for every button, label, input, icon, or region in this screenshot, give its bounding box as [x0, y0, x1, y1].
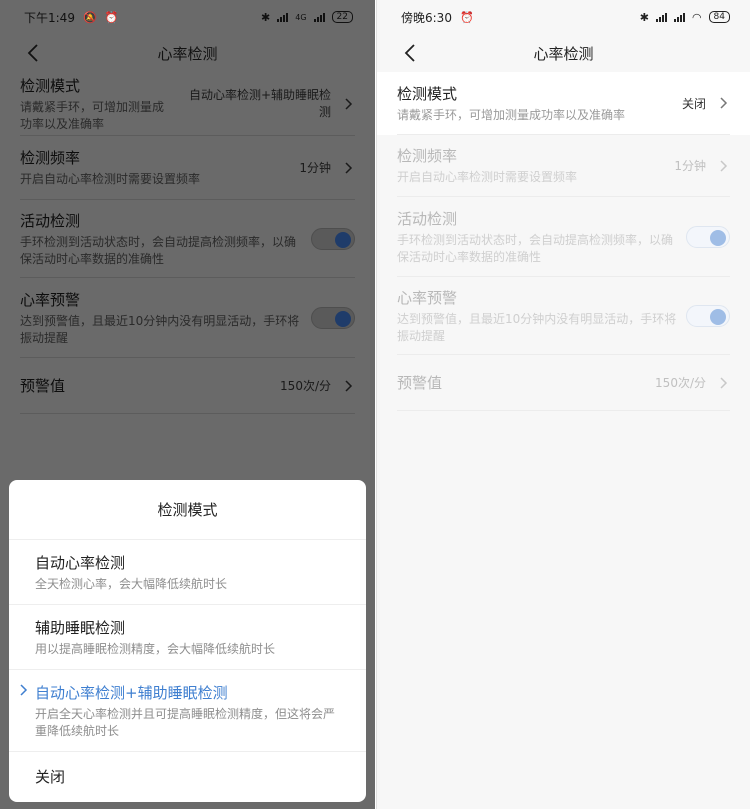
wifi-icon: ◠ — [691, 10, 702, 24]
toggle-knob — [335, 231, 351, 248]
sheet-title: 检测模式 — [9, 480, 366, 540]
activity-detect-toggle[interactable] — [311, 227, 355, 250]
row-heart-rate-alert: 心率预警 达到预警值，且最近10分钟内没有明显活动，手环将振动提醒 — [397, 277, 730, 355]
row-title: 活动检测 — [20, 211, 81, 230]
option-title: 关闭 — [35, 768, 66, 786]
row-desc: 手环检测到活动状态时，会自动提高检测频率，以确保活动时心率数据的准确性 — [20, 234, 297, 266]
page-title: 心率检测 — [157, 44, 218, 63]
chevron-right-icon — [345, 161, 353, 174]
option-title: 自动心率检测+辅助睡眠检测 — [35, 683, 228, 702]
page-title: 心率检测 — [533, 44, 594, 63]
row-value: 1分钟 — [674, 159, 706, 173]
row-desc: 开启自动心率检测时需要设置频率 — [20, 172, 201, 186]
option-title: 辅助睡眠检测 — [35, 618, 126, 637]
option-auto-plus-sleep[interactable]: 自动心率检测+辅助睡眠检测 开启全天心率检测并且可提高睡眠检测精度，但这将会严重… — [9, 670, 366, 752]
row-desc: 请戴紧手环，可增加测量成功率以及准确率 — [20, 99, 165, 131]
option-auto-heart-rate[interactable]: 自动心率检测 全天检测心率，会大幅降低续航时长 — [9, 540, 366, 605]
chevron-right-icon — [720, 376, 728, 389]
toggle-knob — [335, 310, 351, 327]
chevron-right-icon — [345, 379, 353, 392]
row-detect-mode[interactable]: 检测模式 请戴紧手环，可增加测量成功率以及准确率 自动心率检测+辅助睡眠检测 — [20, 72, 355, 136]
row-title: 检测频率 — [20, 149, 81, 167]
row-heart-rate-alert: 心率预警 达到预警值，且最近10分钟内没有明显活动，手环将振动提醒 — [20, 278, 355, 358]
row-value: 自动心率检测+辅助睡眠检测 — [188, 87, 331, 119]
signal-icon-2 — [313, 12, 325, 22]
back-arrow-icon[interactable] — [24, 41, 44, 65]
option-desc: 全天检测心率，会大幅降低续航时长 — [35, 576, 228, 591]
row-title: 心率预警 — [20, 290, 81, 309]
nav-bar: 心率检测 — [0, 34, 375, 72]
row-detect-frequency: 检测频率 开启自动心率检测时需要设置频率 1分钟 — [397, 135, 730, 197]
status-bar: 傍晚6:30 ⏰ ✱ ◠ 84 — [377, 0, 750, 34]
signal-icon — [277, 12, 289, 22]
heart-rate-alert-toggle[interactable] — [311, 306, 355, 329]
row-title: 活动检测 — [397, 209, 458, 228]
heart-rate-alert-toggle[interactable] — [686, 304, 730, 327]
row-activity-detect: 活动检测 手环检测到活动状态时，会自动提高检测频率，以确保活动时心率数据的准确性 — [397, 197, 730, 277]
chevron-right-icon — [720, 159, 728, 172]
chevron-right-icon — [720, 97, 728, 109]
toggle-knob — [710, 308, 726, 325]
row-detect-frequency[interactable]: 检测频率 开启自动心率检测时需要设置频率 1分钟 — [20, 136, 355, 200]
row-value: 1分钟 — [299, 161, 331, 175]
selected-chevron-icon — [20, 684, 28, 696]
row-title: 预警值 — [397, 373, 443, 392]
option-off[interactable]: 关闭 — [9, 752, 366, 802]
row-desc: 达到预警值，且最近10分钟内没有明显活动，手环将振动提醒 — [397, 311, 677, 343]
row-value: 150次/分 — [280, 379, 331, 393]
battery-icon: 22 — [331, 11, 353, 23]
row-title: 检测模式 — [397, 84, 458, 103]
row-value: 关闭 — [681, 96, 706, 111]
row-desc: 请戴紧手环，可增加测量成功率以及准确率 — [397, 107, 626, 122]
option-desc: 用以提高睡眠检测精度，会大幅降低续航时长 — [35, 641, 276, 656]
option-sleep-assist[interactable]: 辅助睡眠检测 用以提高睡眠检测精度，会大幅降低续航时长 — [9, 605, 366, 670]
back-arrow-icon[interactable] — [401, 41, 421, 65]
row-title: 预警值 — [20, 376, 66, 395]
signal-icon — [655, 12, 667, 22]
row-activity-detect: 活动检测 手环检测到活动状态时，会自动提高检测频率，以确保活动时心率数据的准确性 — [20, 200, 355, 278]
chevron-right-icon — [345, 97, 353, 110]
status-bar: 下午1:49 🔕 ⏰ ✱ 4G 22 — [0, 0, 375, 34]
row-title: 检测模式 — [20, 76, 81, 95]
row-value: 150次/分 — [655, 376, 706, 390]
bell-mute-icon: 🔕 — [82, 10, 97, 24]
row-desc: 达到预警值，且最近10分钟内没有明显活动，手环将振动提醒 — [20, 313, 300, 345]
battery-icon: 84 — [708, 11, 730, 23]
right-phone-screen: 傍晚6:30 ⏰ ✱ ◠ 84 心率检测 检测模式 请戴紧手环，可增加测量成功率… — [376, 0, 750, 809]
option-desc: 开启全天心率检测并且可提高睡眠检测精度，但这将会严重降低续航时长 — [35, 706, 336, 738]
network-type: 4G — [295, 12, 307, 22]
row-alert-value: 预警值 150次/分 — [397, 355, 730, 411]
row-title: 检测频率 — [397, 147, 458, 165]
row-desc: 开启自动心率检测时需要设置频率 — [397, 170, 578, 184]
alarm-icon: ⏰ — [104, 10, 119, 24]
settings-list: 检测模式 请戴紧手环，可增加测量成功率以及准确率 自动心率检测+辅助睡眠检测 检… — [0, 72, 375, 414]
row-desc: 手环检测到活动状态时，会自动提高检测频率，以确保活动时心率数据的准确性 — [397, 232, 674, 264]
bluetooth-icon: ✱ — [639, 10, 649, 24]
detect-mode-sheet: 检测模式 自动心率检测 全天检测心率，会大幅降低续航时长 辅助睡眠检测 用以提高… — [9, 480, 366, 802]
settings-list: 检测模式 请戴紧手环，可增加测量成功率以及准确率 关闭 检测频率 开启自动心率检… — [377, 72, 750, 411]
row-title: 心率预警 — [397, 288, 458, 307]
row-detect-mode[interactable]: 检测模式 请戴紧手环，可增加测量成功率以及准确率 关闭 — [397, 72, 730, 135]
activity-detect-toggle[interactable] — [686, 225, 730, 248]
option-title: 自动心率检测 — [35, 553, 126, 572]
alarm-icon: ⏰ — [459, 10, 474, 24]
bluetooth-icon: ✱ — [261, 10, 271, 24]
signal-icon-2 — [673, 12, 685, 22]
status-time: 傍晚6:30 — [401, 10, 452, 25]
left-phone-screen: 下午1:49 🔕 ⏰ ✱ 4G 22 心率检测 检测模式 请戴紧手环，可增加测量… — [0, 0, 375, 809]
nav-bar: 心率检测 — [377, 34, 750, 72]
row-alert-value[interactable]: 预警值 150次/分 — [20, 358, 355, 414]
status-time: 下午1:49 — [24, 10, 75, 25]
toggle-knob — [710, 229, 726, 246]
